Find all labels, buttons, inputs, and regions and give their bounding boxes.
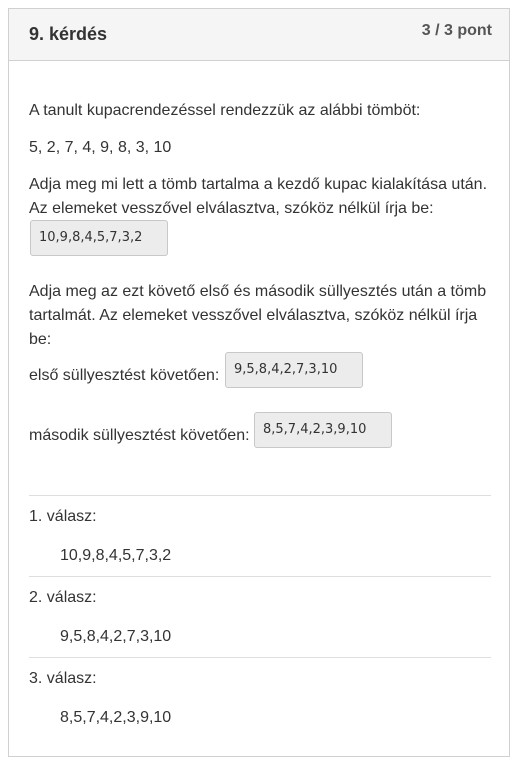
first-sift-label: első süllyesztést követően: xyxy=(29,367,220,384)
question-header: 9. kérdés 3 / 3 pont xyxy=(9,9,509,61)
divider xyxy=(29,657,491,658)
response-2-value: 9,5,8,4,2,7,3,10 xyxy=(60,628,172,645)
divider xyxy=(29,495,491,496)
first-sift-answer-field[interactable]: 9,5,8,4,2,7,3,10 xyxy=(225,352,363,388)
divider xyxy=(29,576,491,577)
second-sift-label: második süllyesztést követően: xyxy=(29,427,250,444)
response-1-value: 10,9,8,4,5,7,3,2 xyxy=(60,547,172,564)
heap-answer-field[interactable]: 10,9,8,4,5,7,3,2 xyxy=(30,220,168,256)
part2-instruction-line1: Adja meg az ezt követő első és második s… xyxy=(29,283,487,300)
question-points: 3 / 3 pont xyxy=(421,22,492,39)
response-3-value: 8,5,7,4,2,3,9,10 xyxy=(60,709,172,726)
second-sift-answer-field[interactable]: 8,5,7,4,2,3,9,10 xyxy=(254,412,392,448)
response-2-label: 2. válasz: xyxy=(29,589,97,606)
question-array: 5, 2, 7, 4, 9, 8, 3, 10 xyxy=(29,139,172,156)
question-title: 9. kérdés xyxy=(29,24,108,44)
response-3-label: 3. válasz: xyxy=(29,670,97,687)
response-1-label: 1. válasz: xyxy=(29,508,97,525)
part1-instruction-line2: Az elemeket vesszővel elválasztva, szókö… xyxy=(29,200,434,217)
question-intro: A tanult kupacrendezéssel rendezzük az a… xyxy=(29,102,421,119)
part2-instruction-line3: be: xyxy=(29,331,52,348)
part1-instruction-line1: Adja meg mi lett a tömb tartalma a kezdő… xyxy=(29,176,488,193)
question-card: 9. kérdés 3 / 3 pont A tanult kupacrende… xyxy=(8,8,510,757)
part2-instruction-line2: tartalmát. Az elemeket vesszővel elválas… xyxy=(29,307,478,324)
